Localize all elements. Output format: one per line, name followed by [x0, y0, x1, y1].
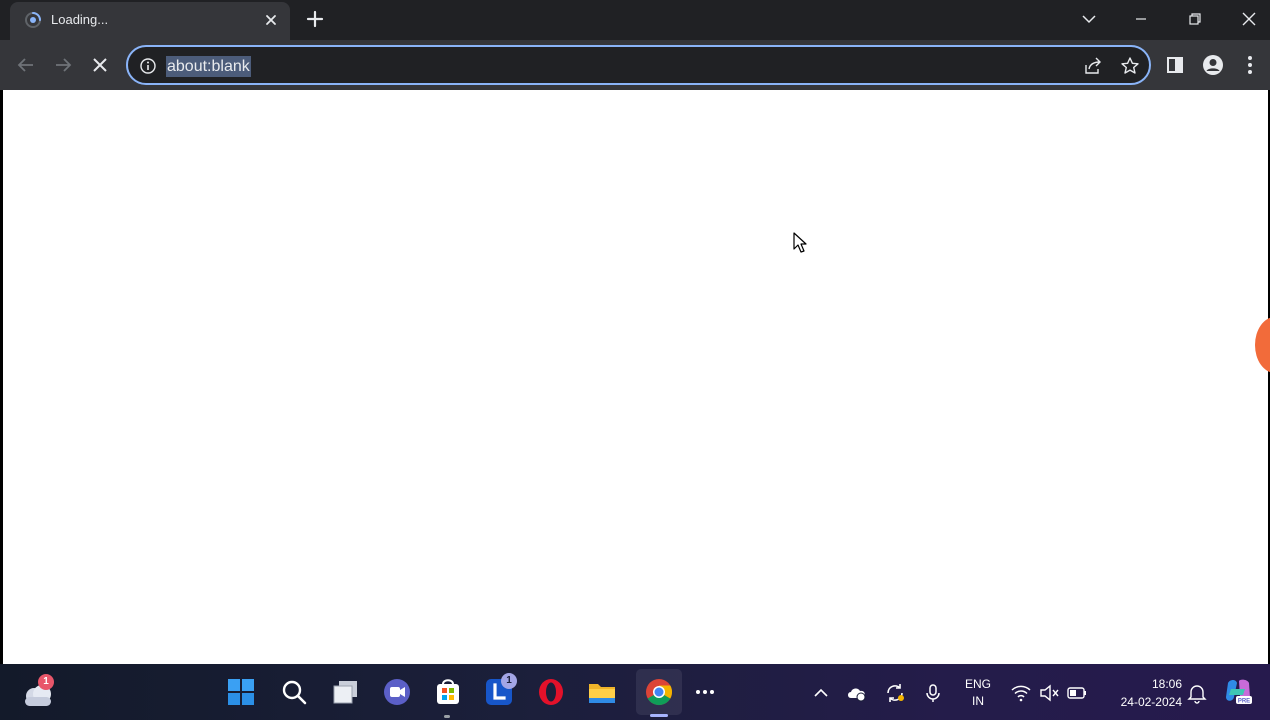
profile-icon[interactable] [1201, 53, 1225, 77]
store-running-indicator [444, 715, 450, 718]
battery-icon[interactable] [1066, 682, 1088, 704]
plus-icon[interactable] [305, 9, 325, 29]
copilot-icon[interactable]: PRE [1222, 675, 1254, 707]
windows-start-icon[interactable] [225, 676, 257, 708]
chevron-up-icon[interactable] [810, 682, 832, 704]
sync-icon[interactable] [884, 682, 906, 704]
stop-x-icon[interactable] [88, 53, 112, 77]
arrow-left-icon[interactable] [14, 53, 38, 77]
volume-muted-icon[interactable] [1038, 682, 1060, 704]
ellipsis-icon[interactable] [689, 676, 721, 708]
notification-bell-icon[interactable] [1186, 682, 1208, 704]
weather-widget[interactable]: 1 [20, 674, 60, 714]
tab-strip: Loading... [0, 0, 1270, 40]
address-bar[interactable]: about:blank [126, 45, 1151, 85]
floating-widget[interactable] [1255, 317, 1270, 373]
star-icon[interactable] [1120, 56, 1140, 76]
info-icon[interactable] [139, 57, 157, 75]
chrome-running-indicator [650, 714, 668, 717]
notification-badge: 1 [38, 674, 54, 690]
folder-icon[interactable] [586, 676, 618, 708]
minimize-icon[interactable] [1130, 8, 1152, 30]
task-view-icon[interactable] [330, 676, 362, 708]
side-panel-icon[interactable] [1163, 53, 1187, 77]
search-icon[interactable] [278, 676, 310, 708]
share-icon[interactable] [1083, 56, 1103, 76]
browser-toolbar: about:blank [0, 40, 1270, 90]
tab-close-icon[interactable] [262, 11, 280, 29]
store-icon[interactable] [432, 676, 464, 708]
language-code: ENG [964, 677, 991, 691]
opera-icon[interactable] [535, 676, 567, 708]
close-icon[interactable] [1238, 8, 1260, 30]
l-app[interactable]: 1 [483, 673, 523, 712]
loading-spinner-icon [25, 12, 41, 28]
tab-search-icon[interactable] [1078, 8, 1100, 30]
clock-date: 24-02-2024 [1120, 695, 1182, 709]
kebab-menu-icon[interactable] [1238, 53, 1262, 77]
clock[interactable]: 18:06 24-02-2024 [1102, 675, 1182, 711]
restore-icon[interactable] [1184, 8, 1206, 30]
onedrive-cloud-icon[interactable] [846, 682, 868, 704]
language-indicator[interactable]: ENG IN [960, 676, 996, 710]
tab-title: Loading... [51, 12, 109, 27]
chrome-icon[interactable] [643, 676, 675, 708]
mouse-cursor-icon [793, 232, 807, 253]
clock-time: 18:06 [1151, 677, 1182, 691]
microphone-icon[interactable] [922, 682, 944, 704]
language-region: IN [972, 694, 984, 708]
notification-badge: 1 [501, 673, 517, 689]
blank-page[interactable] [3, 90, 1270, 664]
url-text[interactable]: about:blank [166, 56, 251, 77]
video-call-icon[interactable] [381, 676, 413, 708]
browser-tab[interactable]: Loading... [10, 2, 290, 40]
windows-taskbar: 1 1 ENG IN 18:06 24-02-2024 PRE [0, 664, 1270, 720]
wifi-icon[interactable] [1010, 682, 1032, 704]
svg-text:PRE: PRE [1238, 699, 1250, 705]
arrow-right-icon[interactable] [51, 53, 75, 77]
